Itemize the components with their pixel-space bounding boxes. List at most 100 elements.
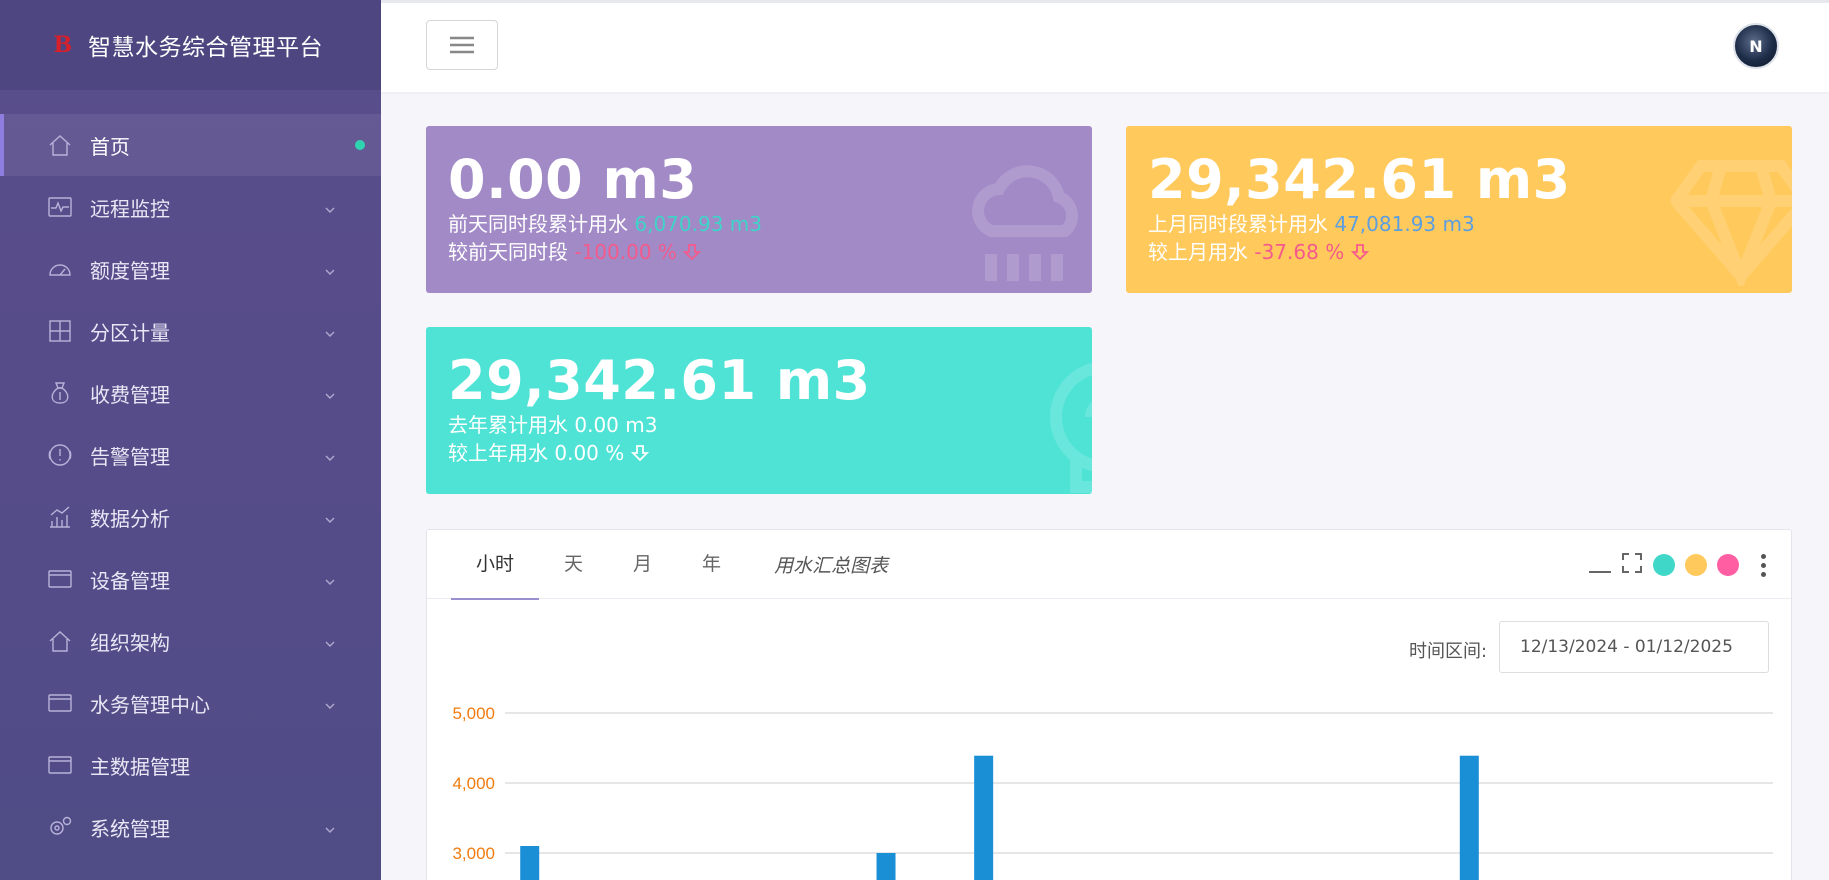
chevron-down-icon <box>323 818 337 833</box>
sidebar-item-6[interactable]: 数据分析 <box>0 486 381 548</box>
sidebar-item-2[interactable]: 额度管理 <box>0 238 381 300</box>
home-icon <box>46 627 74 655</box>
yearly-change-text: 较上年用水 0.00 % <box>448 441 625 465</box>
sidebar-item-0[interactable]: 首页 <box>0 114 381 176</box>
app-title: 智慧水务综合管理平台 <box>88 35 323 61</box>
sidebar-item-label: 告警管理 <box>90 444 170 469</box>
daily-change-value: -100.00 % <box>574 240 677 264</box>
sidebar-nav: 首页远程监控额度管理分区计量收费管理告警管理数据分析设备管理组织架构水务管理中心… <box>0 114 381 858</box>
gauge-icon <box>46 255 74 283</box>
sidebar-item-10[interactable]: 主数据管理 <box>0 734 381 796</box>
date-range-input[interactable]: 12/13/2024 - 01/12/2025 <box>1499 621 1769 673</box>
period-tabs: 小时 天 月 年 用水汇总图表 <box>427 530 1791 600</box>
sidebar-item-label: 组织架构 <box>90 630 170 655</box>
chevron-down-icon <box>323 570 337 585</box>
monthly-change-value: -37.68 % <box>1254 240 1345 264</box>
panel-tools <box>1589 552 1771 578</box>
alert-icon <box>46 441 74 469</box>
daily-compare-label: 前天同时段累计用水 <box>448 212 628 236</box>
monthly-usage-card: 29,342.61 m3 上月同时段累计用水 47,081.93 m3 较上月用… <box>1126 126 1792 293</box>
color-dot-pink[interactable] <box>1717 554 1739 576</box>
yearly-change-line: 较上年用水 0.00 % <box>448 439 1070 467</box>
menu-toggle-button[interactable] <box>426 20 498 70</box>
chevron-down-icon <box>323 198 337 213</box>
sidebar-item-1[interactable]: 远程监控 <box>0 176 381 238</box>
more-vertical-icon[interactable] <box>1755 553 1771 577</box>
yearly-usage-card: 29,342.61 m3 去年累计用水 0.00 m3 较上年用水 0.00 % <box>426 327 1092 494</box>
chevron-down-icon <box>323 384 337 399</box>
yearly-compare-text: 去年累计用水 0.00 m3 <box>448 413 658 437</box>
chevron-down-icon <box>323 260 337 275</box>
brand[interactable]: B 智慧水务综合管理平台 <box>0 0 381 90</box>
minimize-icon[interactable] <box>1589 553 1611 577</box>
usage-chart-panel: 小时 天 月 年 用水汇总图表 时间区间: 12/13/2024 - 01/12… <box>426 529 1792 880</box>
sidebar-item-5[interactable]: 告警管理 <box>0 424 381 486</box>
cloud-rain-icon <box>961 156 1091 290</box>
y-tick-label: 4,000 <box>452 774 495 793</box>
window-icon <box>46 689 74 717</box>
tab-month[interactable]: 月 <box>608 530 677 599</box>
range-label: 时间区间: <box>1409 641 1488 662</box>
chart-bar[interactable] <box>1459 755 1479 880</box>
gears-icon <box>46 813 74 841</box>
sidebar-item-label: 分区计量 <box>90 320 170 345</box>
home-icon <box>46 131 74 159</box>
sidebar-item-4[interactable]: 收费管理 <box>0 362 381 424</box>
sidebar-item-label: 设备管理 <box>90 568 170 593</box>
sidebar-item-label: 水务管理中心 <box>90 692 210 717</box>
lightbulb-icon <box>1016 357 1092 494</box>
tab-hour[interactable]: 小时 <box>451 530 540 600</box>
sidebar-item-label: 首页 <box>90 134 130 159</box>
monthly-compare-label: 上月同时段累计用水 <box>1148 212 1328 236</box>
daily-change-label: 较前天同时段 <box>448 240 568 264</box>
fullscreen-icon[interactable] <box>1621 552 1643 578</box>
chevron-down-icon <box>323 508 337 523</box>
hamburger-icon <box>450 36 474 54</box>
chart-bar[interactable] <box>974 755 994 880</box>
bar-chart-icon <box>46 503 74 531</box>
color-dot-yellow[interactable] <box>1685 554 1707 576</box>
sidebar-item-label: 额度管理 <box>90 258 170 283</box>
window-icon <box>46 751 74 779</box>
usage-bar-chart: 5,000 4,000 3,000 <box>452 704 1773 880</box>
sidebar-item-label: 远程监控 <box>90 196 170 221</box>
chart-bar[interactable] <box>520 846 540 880</box>
active-indicator-dot <box>355 140 365 150</box>
tab-year[interactable]: 年 <box>677 530 746 599</box>
sidebar-item-label: 主数据管理 <box>90 754 190 779</box>
color-dot-teal[interactable] <box>1653 554 1675 576</box>
yearly-usage-value: 29,342.61 m3 <box>448 349 871 412</box>
avatar[interactable]: N <box>1733 23 1779 69</box>
chevron-down-icon <box>323 446 337 461</box>
top-header: N <box>381 0 1829 92</box>
panel-title: 用水汇总图表 <box>774 554 889 577</box>
chevron-down-icon <box>323 632 337 647</box>
arrow-down-icon <box>683 240 702 261</box>
sidebar-item-label: 数据分析 <box>90 506 170 531</box>
sidebar-item-3[interactable]: 分区计量 <box>0 300 381 362</box>
tab-day[interactable]: 天 <box>539 530 608 599</box>
sidebar-item-label: 系统管理 <box>90 816 170 841</box>
money-bag-icon <box>46 379 74 407</box>
sidebar-item-label: 收费管理 <box>90 382 170 407</box>
diamond-icon <box>1668 146 1792 293</box>
arrow-down-icon <box>630 441 649 462</box>
app-logo: B <box>50 32 76 58</box>
monthly-compare-value: 47,081.93 m3 <box>1334 212 1475 236</box>
daily-usage-card: 0.00 m3 前天同时段累计用水 6,070.93 m3 较前天同时段 -10… <box>426 126 1092 293</box>
y-tick-label: 5,000 <box>452 704 495 723</box>
sidebar-item-9[interactable]: 水务管理中心 <box>0 672 381 734</box>
arrow-down-icon <box>1350 240 1369 261</box>
sidebar: B 智慧水务综合管理平台 首页远程监控额度管理分区计量收费管理告警管理数据分析设… <box>0 0 381 880</box>
chart-bar[interactable] <box>876 853 896 880</box>
chevron-down-icon <box>323 322 337 337</box>
sidebar-item-8[interactable]: 组织架构 <box>0 610 381 672</box>
sidebar-item-11[interactable]: 系统管理 <box>0 796 381 858</box>
sidebar-item-7[interactable]: 设备管理 <box>0 548 381 610</box>
chevron-down-icon <box>323 694 337 709</box>
monthly-change-label: 较上月用水 <box>1148 240 1248 264</box>
grid-icon <box>46 317 74 345</box>
monitor-pulse-icon <box>46 193 74 221</box>
avatar-initial: N <box>1749 36 1763 56</box>
window-icon <box>46 565 74 593</box>
